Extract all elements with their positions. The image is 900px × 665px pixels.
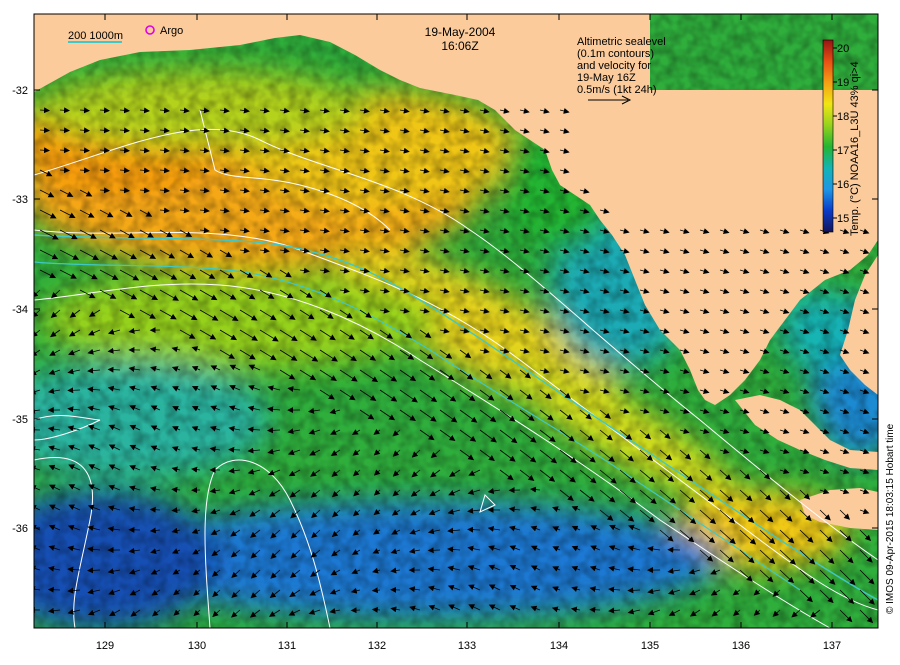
y-tick-label: -34	[12, 304, 28, 316]
note-line: 19-May 16Z	[577, 72, 636, 84]
y-tick-label: -32	[12, 85, 28, 97]
argo-legend-label: Argo	[160, 25, 183, 37]
velocity-arrow	[229, 450, 240, 451]
x-tick-label: 137	[823, 640, 841, 652]
colorbar	[823, 40, 833, 232]
velocity-arrow	[68, 390, 80, 391]
depth-legend-label: 200 1000m	[68, 30, 123, 42]
x-tick-label: 136	[732, 640, 750, 652]
map-time: 16:06Z	[441, 39, 478, 53]
colorbar-tick-label: 16	[837, 179, 849, 191]
note-line: (0.1m contours)	[577, 48, 654, 60]
sst-field	[0, 14, 900, 630]
map-date: 19-May-2004	[425, 25, 496, 39]
colorbar-title: Temp. (°C) NOAA16_L3U 43% qi>4	[849, 61, 861, 236]
note-line: and velocity for	[577, 60, 651, 72]
credit-text: © IMOS 09-Apr-2015 18:03:15 Hobart time	[885, 423, 896, 614]
x-tick-label: 130	[188, 640, 206, 652]
colorbar-tick-label: 19	[837, 77, 849, 89]
x-tick-label: 135	[641, 640, 659, 652]
x-tick-label: 131	[278, 640, 296, 652]
velocity-arrow	[429, 550, 440, 551]
map-figure: 129 130 131 132 133 134 135 136 137 -32 -33 -34 -35…	[0, 0, 900, 660]
y-tick-label: -33	[12, 194, 28, 206]
x-tick-label: 129	[96, 640, 114, 652]
colorbar-tick-label: 18	[837, 111, 849, 123]
x-tick-label: 133	[458, 640, 476, 652]
note-line: Altimetric sealevel	[577, 36, 666, 48]
velocity-arrow	[373, 610, 380, 611]
note-line: 0.5m/s (1kt 24h)	[577, 84, 656, 96]
colorbar-tick-label: 15	[837, 213, 849, 225]
velocity-arrow	[49, 590, 60, 591]
velocity-arrow	[352, 610, 360, 611]
y-tick-label: -35	[12, 414, 28, 426]
colorbar-tick-label: 20	[837, 43, 849, 55]
x-tick-label: 134	[550, 640, 568, 652]
y-tick-label: -36	[12, 523, 28, 535]
x-tick-label: 132	[368, 640, 386, 652]
velocity-arrow	[172, 510, 180, 511]
map-svg: 129 130 131 132 133 134 135 136 137 -32 -33 -34 -35…	[0, 0, 900, 660]
colorbar-tick-label: 17	[837, 145, 849, 157]
